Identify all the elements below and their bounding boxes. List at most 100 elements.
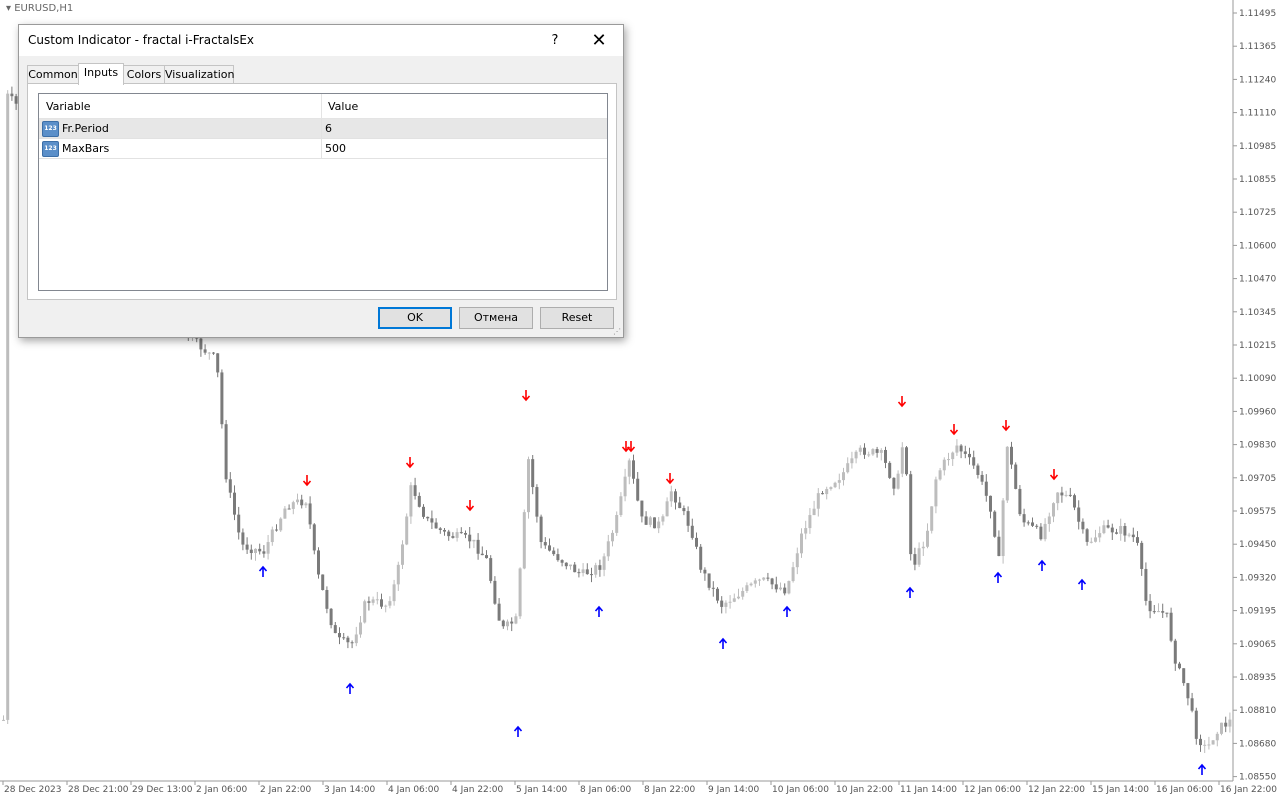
time-tick-label: 5 Jan 14:00	[516, 785, 568, 795]
table-row[interactable]: 123 MaxBars 500	[39, 139, 607, 159]
row-value[interactable]: 6	[325, 122, 332, 135]
candle-body	[737, 596, 740, 599]
candle-body	[237, 514, 241, 533]
cancel-button[interactable]: Отмена	[459, 307, 533, 329]
candle-body	[207, 352, 211, 354]
candle-body	[413, 485, 417, 496]
integer-type-icon: 123	[42, 121, 59, 137]
candle-body	[884, 449, 887, 463]
candle-body	[1022, 514, 1026, 523]
candle-body	[896, 473, 900, 489]
candle-body	[632, 460, 635, 479]
price-tick-label: 1.09575	[1239, 507, 1276, 517]
candle-body	[1102, 525, 1106, 534]
candle-body	[879, 449, 883, 453]
price-tick-label: 1.10855	[1239, 175, 1276, 185]
candle-body	[707, 573, 711, 588]
candle-body	[485, 555, 488, 559]
candle-body	[758, 579, 761, 581]
candle-body	[1110, 527, 1114, 533]
candle-body	[266, 542, 270, 554]
candle-body	[690, 525, 694, 538]
price-tick-label: 1.09830	[1239, 441, 1276, 451]
candle-body	[1043, 523, 1047, 540]
candle-body	[1178, 663, 1181, 669]
price-tick-label: 1.11240	[1239, 75, 1276, 85]
candle-body	[510, 621, 514, 624]
resize-grip-icon[interactable]: ⋰	[613, 327, 621, 336]
tab-inputs[interactable]: Inputs	[78, 63, 124, 85]
tab-colors[interactable]: Colors	[123, 65, 165, 84]
candle-body	[1060, 492, 1064, 496]
candle-body	[858, 447, 862, 452]
candle-body	[262, 551, 266, 554]
candle-body	[338, 633, 341, 638]
price-tick-label: 1.11365	[1239, 42, 1276, 52]
price-tick-label: 1.11110	[1239, 109, 1276, 119]
help-button[interactable]: ?	[541, 25, 569, 56]
candle-body	[1026, 522, 1030, 524]
candle-body	[556, 554, 560, 561]
candle-body	[552, 550, 556, 555]
candle-body	[762, 577, 766, 580]
time-tick-label: 2 Jan 06:00	[196, 785, 248, 795]
time-tick-label: 29 Dec 13:00	[132, 785, 193, 795]
candle-body	[1161, 611, 1165, 613]
candle-body	[1228, 719, 1232, 727]
candle-body	[325, 590, 329, 609]
chart-menu-triangle-icon[interactable]: ▾	[6, 3, 11, 14]
price-tick-label: 1.09705	[1239, 474, 1276, 484]
candle-body	[1215, 733, 1219, 741]
inputs-table[interactable]: Variable Value 123 Fr.Period 6 123 MaxBa…	[38, 93, 608, 291]
candle-body	[955, 445, 959, 453]
candle-body	[947, 459, 950, 461]
candle-body	[581, 569, 585, 574]
candle-body	[245, 544, 249, 550]
price-tick-label: 1.08935	[1239, 673, 1276, 683]
candle-body	[199, 338, 203, 350]
candle-body	[1199, 738, 1202, 746]
close-icon[interactable]: ✕	[585, 25, 613, 56]
candle-body	[489, 558, 493, 581]
time-tick-label: 8 Jan 22:00	[644, 785, 696, 795]
column-header-variable[interactable]: Variable	[46, 100, 91, 113]
row-value[interactable]: 500	[325, 142, 346, 155]
candle-body	[1136, 537, 1139, 543]
column-header-value[interactable]: Value	[328, 100, 358, 113]
ok-button[interactable]: OK	[378, 307, 452, 329]
tab-common[interactable]: Common	[27, 65, 79, 84]
candle-body	[476, 539, 480, 554]
candle-body	[812, 508, 816, 516]
candle-body	[1005, 446, 1009, 501]
reset-button[interactable]: Reset	[540, 307, 614, 329]
candle-body	[674, 491, 677, 503]
candle-body	[249, 549, 253, 554]
candle-body	[283, 508, 287, 519]
candle-body	[695, 537, 698, 547]
candle-body	[333, 625, 337, 634]
candle-body	[795, 553, 799, 568]
table-row[interactable]: 123 Fr.Period 6	[39, 119, 607, 139]
candle-body	[1190, 698, 1194, 711]
price-tick-label: 1.10985	[1239, 142, 1276, 152]
candle-body	[657, 521, 661, 529]
candle-body	[606, 541, 610, 557]
candle-body	[821, 493, 824, 495]
candle-body	[1106, 525, 1110, 528]
candle-body	[791, 567, 795, 582]
price-tick-label: 1.09960	[1239, 407, 1276, 417]
price-tick-label: 1.10345	[1239, 308, 1276, 318]
candle-body	[661, 516, 665, 522]
dialog-titlebar[interactable]: Custom Indicator - fractal i-FractalsEx …	[19, 25, 623, 56]
row-variable: Fr.Period	[62, 122, 109, 135]
price-tick-label: 1.09195	[1239, 607, 1276, 617]
candle-body	[220, 372, 224, 425]
candle-body	[459, 532, 463, 534]
candle-body	[732, 598, 736, 602]
candle-body	[720, 600, 724, 607]
candle-body	[854, 451, 858, 459]
candle-body	[1220, 722, 1223, 734]
candle-body	[863, 447, 866, 455]
tab-visualization[interactable]: Visualization	[164, 65, 234, 84]
candle-body	[409, 485, 413, 517]
